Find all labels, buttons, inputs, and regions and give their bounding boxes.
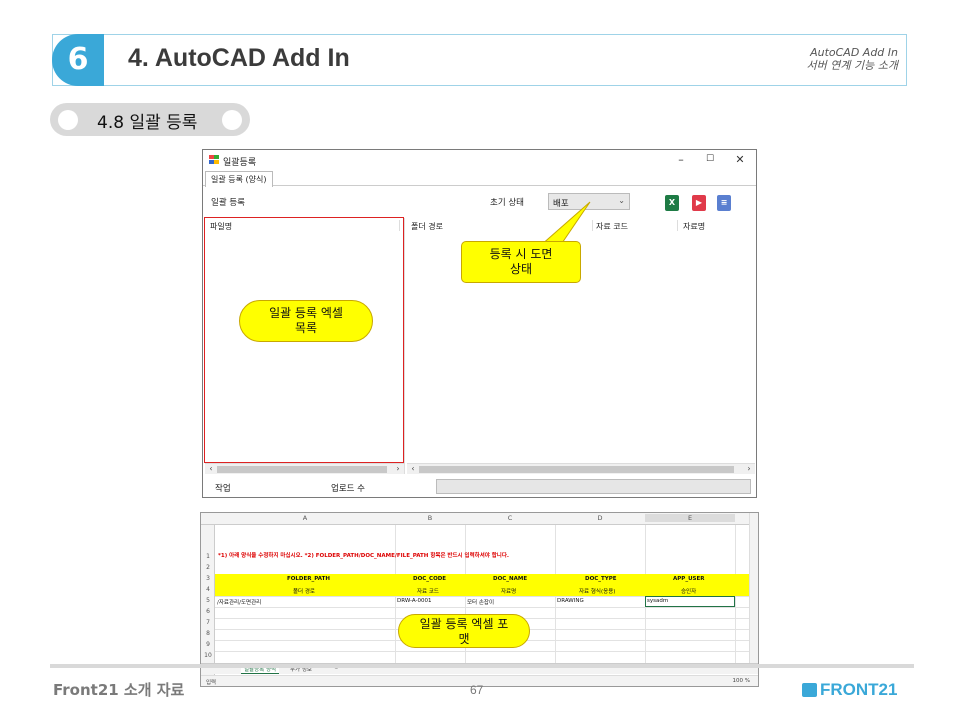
- excel-icon[interactable]: X: [665, 195, 679, 211]
- logo-icon: [802, 683, 817, 697]
- excel-row-6: 6: [206, 608, 210, 615]
- scroll-left-arrow[interactable]: ‹: [408, 464, 418, 473]
- tab-batch-form[interactable]: 일괄 등록 (양식): [205, 171, 273, 187]
- section-number: 6: [52, 34, 104, 86]
- tab-strip: 일괄 등록 (양식): [203, 170, 756, 187]
- excel-header-folder-path: FOLDER_PATH: [287, 576, 330, 582]
- excel-template-screenshot: A B C D E 1 2 3 4 5 6 7 8 9 10 11 *1) 아래…: [200, 512, 759, 687]
- excel-header-doc-code: DOC_CODE: [413, 576, 447, 582]
- excel-row-10: 10: [204, 652, 212, 659]
- excel-desc-doc-name: 자료명: [501, 589, 517, 595]
- excel-row-8: 8: [206, 630, 210, 637]
- callout-state-line1: 등록 시 도면: [489, 247, 553, 261]
- scroll-right-arrow[interactable]: ›: [744, 464, 754, 473]
- excel-header-row: FOLDER_PATH DOC_CODE DOC_NAME DOC_TYPE A…: [215, 574, 750, 585]
- pill-dot-right: [222, 110, 242, 130]
- excel-status-mode: 입력: [206, 680, 217, 686]
- header-subtitle-line1: AutoCAD Add In: [810, 46, 898, 59]
- logo-text: FRONT21: [820, 680, 898, 699]
- close-button[interactable]: ✕: [732, 153, 748, 166]
- front21-logo: FRONT21: [802, 680, 897, 700]
- excel-column-headers: A B C D E: [201, 513, 758, 525]
- callout-state-line2: 상태: [509, 262, 533, 276]
- excel-col-d: D: [597, 514, 603, 522]
- excel-row-3: 3: [206, 575, 210, 582]
- callout-list-note: 일괄 등록 엑셀 목록: [239, 300, 373, 342]
- column-header-folder-path[interactable]: 폴더 경로: [411, 221, 443, 232]
- excel-vscroll[interactable]: [749, 513, 758, 663]
- column-header-doc-name[interactable]: 자료명: [683, 221, 705, 232]
- subsection-title: 4.8 일괄 등록: [97, 113, 198, 133]
- footer-title: Front21 소개 자료: [53, 681, 185, 699]
- register-list-hscroll[interactable]: ‹ ›: [407, 463, 755, 474]
- scroll-right-arrow[interactable]: ›: [393, 464, 403, 473]
- excel-desc-row: 폴더 경로 자료 코드 자료명 자료 형식(응용) 승인자: [215, 585, 750, 596]
- column-separator: [677, 220, 678, 231]
- excel-zoom-level[interactable]: 100 %: [733, 678, 750, 684]
- window-titlebar: 일괄등록 – ☐ ✕: [203, 150, 756, 170]
- callout-list-line1: 일괄 등록 엑셀: [269, 306, 343, 320]
- run-icon[interactable]: ▶: [692, 195, 706, 211]
- excel-row-1: 1: [206, 553, 210, 560]
- excel-desc-doc-type: 자료 형식(응용): [579, 589, 616, 595]
- excel-desc-app-user: 승인자: [681, 589, 697, 595]
- header-subtitle: AutoCAD Add In 서버 연계 기능 소개: [807, 46, 898, 72]
- excel-col-a: A: [302, 514, 308, 522]
- page-number: 67: [470, 683, 484, 697]
- toolbar: 일괄 등록 초기 상태 배포 ⌄ X ▶ ≡: [203, 187, 756, 217]
- pill-dot-left: [58, 110, 78, 130]
- upload-progress-bar: [436, 479, 751, 494]
- header-subtitle-line2: 서버 연계 기능 소개: [806, 59, 898, 72]
- excel-row-2: 2: [206, 564, 210, 571]
- log-icon[interactable]: ≡: [717, 195, 731, 211]
- excel-gridline: [215, 651, 751, 652]
- toolbar-label: 일괄 등록: [211, 198, 245, 208]
- excel-col-c: C: [507, 514, 513, 522]
- callout-state-note: 등록 시 도면 상태: [461, 241, 581, 283]
- excel-header-doc-name: DOC_NAME: [493, 576, 528, 582]
- excel-desc-folder-path: 폴더 경로: [293, 589, 315, 595]
- app-icon: [209, 155, 219, 164]
- footer-divider: [50, 664, 914, 668]
- scroll-thumb[interactable]: [217, 466, 387, 473]
- excel-row-9: 9: [206, 641, 210, 648]
- status-upload-count-label: 업로드 수: [331, 484, 365, 494]
- scroll-left-arrow[interactable]: ‹: [206, 464, 216, 473]
- excel-header-app-user: APP_USER: [673, 576, 705, 582]
- excel-row-5: 5: [206, 597, 210, 604]
- excel-col-b: B: [427, 514, 433, 522]
- column-header-doc-code[interactable]: 자료 코드: [596, 221, 628, 232]
- excel-desc-doc-code: 자료 코드: [417, 589, 439, 595]
- excel-cell-d4[interactable]: DRAWING: [557, 598, 584, 604]
- register-list-pane[interactable]: 폴더 경로 자료 코드 자료명 ‹ ›: [407, 218, 755, 474]
- excel-cell-a4[interactable]: /자료관리/도면관리: [217, 598, 261, 606]
- callout-list-line2: 목록: [294, 321, 318, 335]
- file-list-hscroll[interactable]: ‹ ›: [205, 463, 404, 474]
- section-title: 4. AutoCAD Add In: [128, 44, 350, 72]
- callout-format-note: 일괄 등록 엑셀 포 맷: [398, 614, 530, 648]
- callout-format-line1: 일괄 등록 엑셀 포: [419, 617, 509, 631]
- excel-header-doc-type: DOC_TYPE: [585, 576, 617, 582]
- excel-cell-c4[interactable]: 모터 손잡이: [467, 598, 494, 606]
- minimize-button[interactable]: –: [673, 153, 689, 166]
- excel-row-7: 7: [206, 619, 210, 626]
- callout-format-line2: 맷: [458, 632, 470, 646]
- status-bar: 작업 업로드 수: [203, 476, 756, 498]
- window-title: 일괄등록: [223, 158, 257, 168]
- excel-col-e: E: [645, 514, 735, 522]
- excel-row-4: 4: [206, 586, 210, 593]
- excel-gridline: [215, 607, 751, 608]
- excel-cell-b4[interactable]: DRW-A-0001: [397, 598, 432, 604]
- excel-instruction-note: *1) 아래 양식을 수정하지 마십시오. *2) FOLDER_PATH/DO…: [218, 553, 509, 559]
- scroll-thumb[interactable]: [419, 466, 734, 473]
- excel-row-headers: 1 2 3 4 5 6 7 8 9 10 11: [201, 525, 215, 675]
- maximize-button[interactable]: ☐: [702, 154, 718, 164]
- status-work-label: 작업: [215, 484, 231, 494]
- chevron-down-icon: ⌄: [618, 196, 625, 205]
- excel-cell-e4[interactable]: sysadm: [647, 598, 668, 604]
